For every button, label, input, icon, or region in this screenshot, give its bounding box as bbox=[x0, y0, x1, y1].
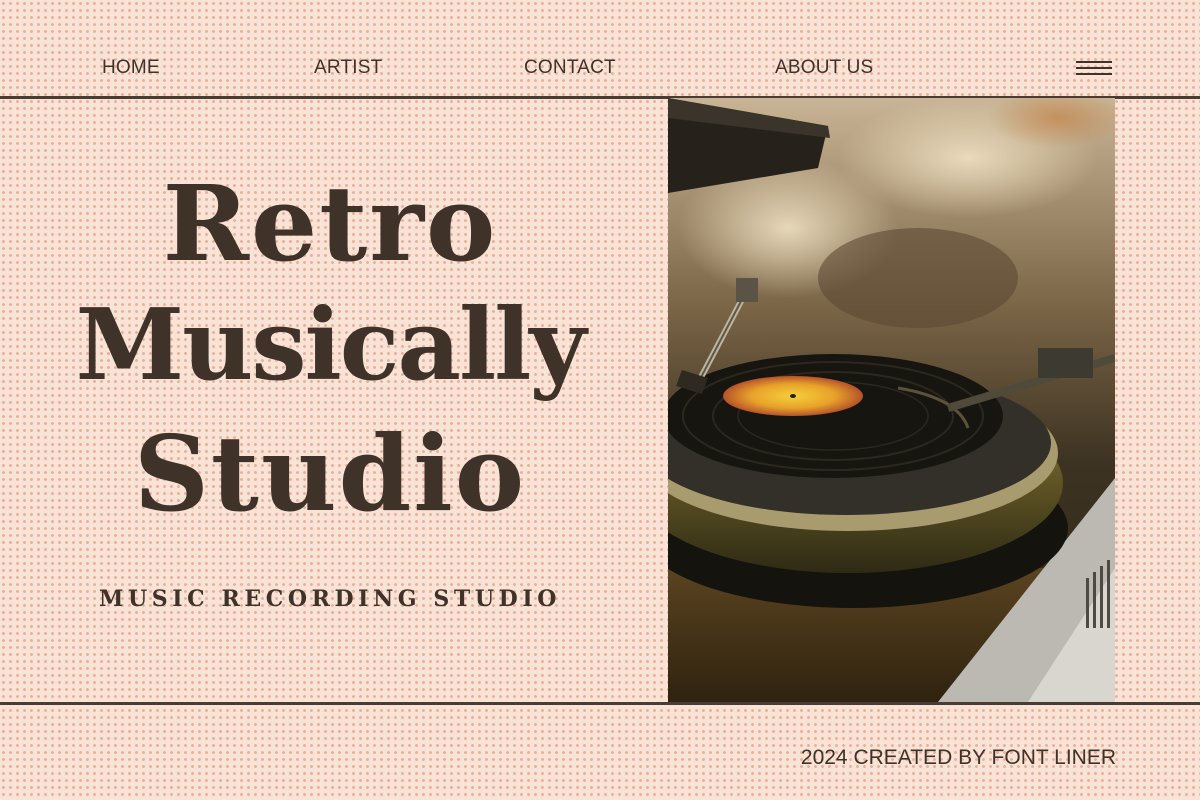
footer-credit: 2024 CREATED BY FONT LINER bbox=[800, 746, 1116, 769]
hero-title-line-3: Studio bbox=[133, 412, 527, 535]
nav-link-artist[interactable]: ARTIST bbox=[314, 57, 382, 79]
nav-link-about-us[interactable]: ABOUT US bbox=[775, 57, 873, 79]
hero-section: Retro Musically Studio MUSIC RECORDING S… bbox=[40, 150, 640, 630]
nav-link-contact[interactable]: CONTACT bbox=[524, 57, 616, 79]
bottom-divider bbox=[0, 702, 1200, 705]
top-navigation: HOME ARTIST CONTACT ABOUT US bbox=[0, 0, 1200, 96]
hero-title-line-2: Musically bbox=[75, 288, 587, 403]
vinyl-turntable-image bbox=[668, 98, 1115, 702]
hamburger-menu-icon[interactable] bbox=[1076, 60, 1112, 76]
hero-subtitle: MUSIC RECORDING STUDIO bbox=[99, 586, 561, 612]
nav-link-home[interactable]: HOME bbox=[102, 57, 160, 79]
hero-title-line-1: Retro bbox=[162, 162, 498, 285]
